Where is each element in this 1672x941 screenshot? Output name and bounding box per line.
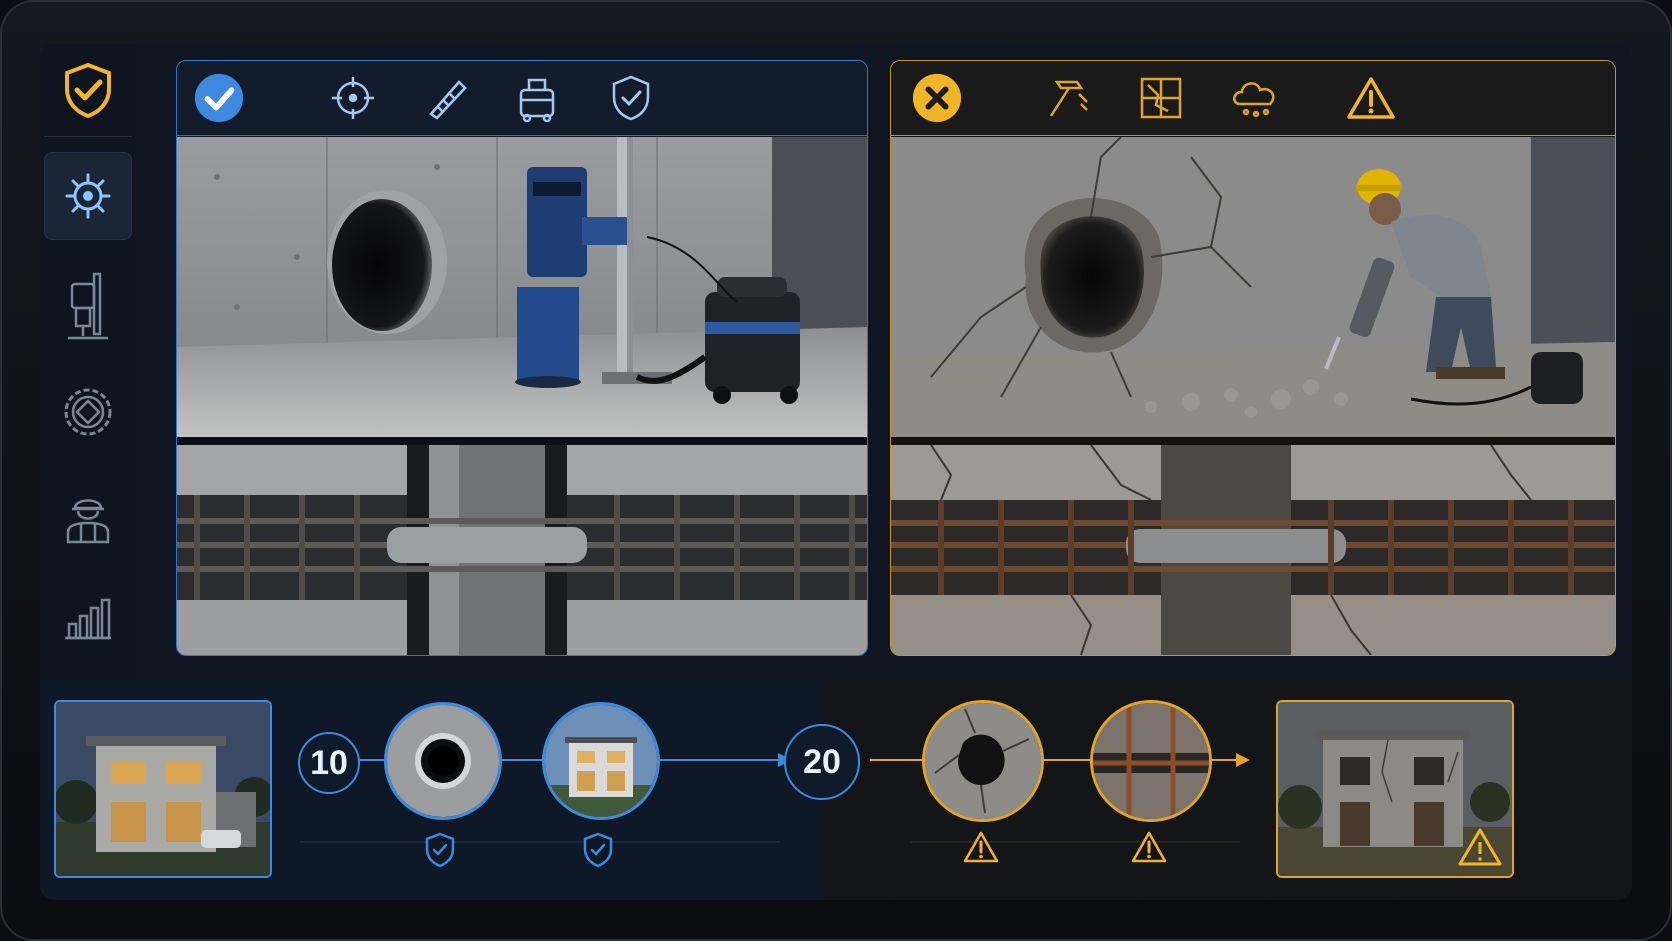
sidebar bbox=[40, 44, 136, 684]
bad-method-panel bbox=[890, 60, 1616, 656]
core-drilled-clean-hole-photo bbox=[177, 137, 867, 437]
check-circle-icon[interactable] bbox=[193, 72, 245, 124]
damaged-rebar-cross-section-photo bbox=[891, 445, 1615, 655]
good-method-panel bbox=[176, 60, 868, 656]
shield-check-icon bbox=[582, 832, 614, 872]
good-years-badge: 10 bbox=[298, 732, 360, 794]
clean-core-hole-circle[interactable] bbox=[384, 702, 502, 820]
shield-check-icon[interactable] bbox=[605, 72, 657, 124]
damaged-house-thumbnail[interactable] bbox=[1276, 700, 1514, 878]
healthy-house-circle[interactable] bbox=[542, 702, 660, 820]
core-bit-icon[interactable] bbox=[421, 72, 473, 124]
shield-check-icon bbox=[424, 832, 456, 872]
rusted-rebar-circle[interactable] bbox=[1090, 700, 1212, 822]
warning-icon[interactable] bbox=[1345, 72, 1397, 124]
cracked-hole-circle[interactable] bbox=[922, 700, 1044, 822]
warning-icon bbox=[962, 830, 1000, 868]
good-toolbar bbox=[177, 61, 867, 136]
app-screen: 10 20 bbox=[40, 44, 1632, 900]
outcome-timeline: 10 20 bbox=[40, 680, 1632, 900]
worker-icon bbox=[66, 499, 110, 544]
sidebar-divider bbox=[44, 136, 132, 137]
cracked-grid-icon[interactable] bbox=[1135, 72, 1187, 124]
healthy-house-thumbnail[interactable] bbox=[54, 700, 272, 878]
sidebar-item-target[interactable] bbox=[44, 152, 132, 240]
core-drill-icon bbox=[68, 272, 108, 340]
hammer-icon[interactable] bbox=[1041, 72, 1093, 124]
good-photo-divider bbox=[177, 437, 867, 445]
warning-icon bbox=[1130, 830, 1168, 868]
sidebar-item-core-drill[interactable] bbox=[44, 262, 132, 350]
bad-years-badge: 20 bbox=[784, 724, 860, 800]
sidebar-item-worker[interactable] bbox=[44, 472, 132, 560]
diamond-blade-icon bbox=[64, 388, 112, 436]
x-circle-icon[interactable] bbox=[911, 72, 963, 124]
bar-chart-icon bbox=[65, 598, 111, 640]
sidebar-item-chart[interactable] bbox=[44, 574, 132, 662]
bad-toolbar bbox=[891, 61, 1615, 136]
crosshair-icon[interactable] bbox=[327, 72, 379, 124]
app-logo-shield-icon[interactable] bbox=[44, 46, 132, 134]
jackhammer-broken-hole-photo bbox=[891, 137, 1615, 437]
bad-photo-divider bbox=[891, 437, 1615, 445]
tablet-frame: 10 20 bbox=[0, 0, 1672, 941]
target-gear-icon bbox=[65, 173, 111, 219]
vacuum-icon[interactable] bbox=[511, 72, 563, 124]
sidebar-item-diamond-blade[interactable] bbox=[44, 368, 132, 456]
dust-cloud-icon[interactable] bbox=[1229, 72, 1281, 124]
intact-rebar-cross-section-photo bbox=[177, 445, 867, 655]
